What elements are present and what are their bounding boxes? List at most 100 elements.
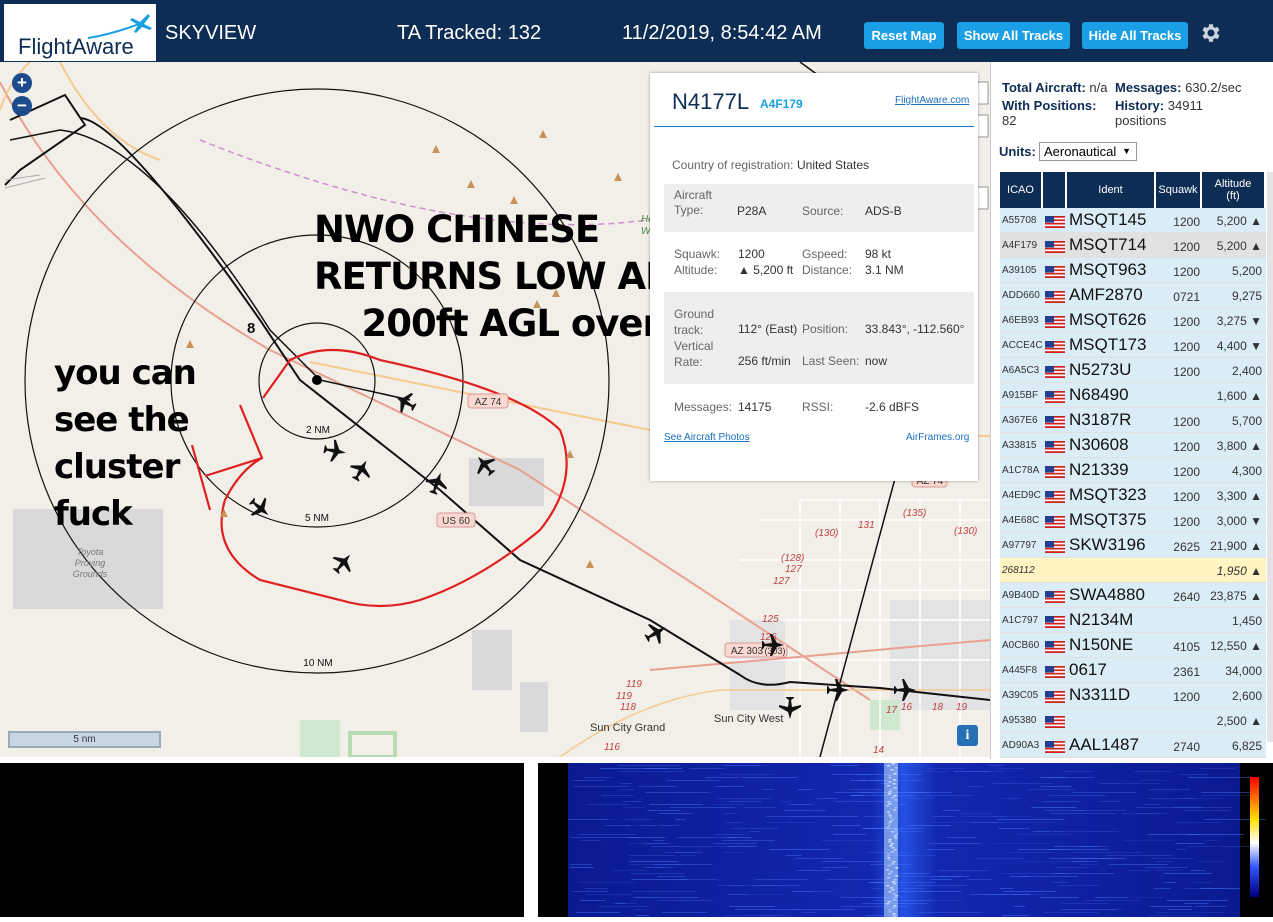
table-row[interactable]: 268112 1,950 ▲: [1000, 558, 1266, 583]
altitude-value: ▲ 5,200 ft: [738, 263, 794, 277]
messages-label: Messages:: [674, 400, 733, 414]
total-aircraft-stat: Total Aircraft: n/a: [1002, 80, 1108, 95]
table-row[interactable]: A55708 MSQT145 1200 5,200 ▲: [1000, 208, 1266, 233]
table-row[interactable]: A4E68C MSQT375 1200 3,000 ▼: [1000, 508, 1266, 533]
column-header-squawk[interactable]: Squawk: [1156, 172, 1202, 208]
rssi-value: -2.6 dBFS: [865, 400, 920, 414]
airframes-link[interactable]: AirFrames.org: [906, 432, 969, 443]
ground-track-label: Ground track:: [674, 307, 715, 337]
row-altitude: 5,200 ▲: [1216, 214, 1262, 228]
waterfall-canvas: [568, 763, 1266, 917]
row-icao: A915BF: [1002, 390, 1039, 401]
row-squawk: 1200: [1173, 690, 1200, 704]
messages-stat-label: Messages:: [1115, 80, 1182, 95]
table-row[interactable]: A367E6 N3187R 1200 5,700: [1000, 408, 1266, 433]
history-label: History:: [1115, 98, 1165, 113]
show-all-tracks-button[interactable]: Show All Tracks: [957, 22, 1070, 49]
table-row[interactable]: A445F8 0617 2361 34,000: [1000, 658, 1266, 683]
table-row[interactable]: A915BF N68490 1,600 ▲: [1000, 383, 1266, 408]
aircraft-icon: [349, 460, 371, 482]
country-label: Country of registration:: [672, 158, 794, 172]
table-row[interactable]: ACCE4C MSQT173 1200 4,400 ▼: [1000, 333, 1266, 358]
table-row[interactable]: AD90A3 AAL1487 2740 6,825: [1000, 733, 1266, 758]
table-row[interactable]: A0CB60 N150NE 4105 12,550 ▲: [1000, 633, 1266, 658]
zoom-out-button[interactable]: −: [12, 96, 32, 116]
us-flag-icon: [1045, 615, 1065, 628]
row-ident: N5273U: [1069, 360, 1132, 379]
flightaware-link[interactable]: FlightAware.com: [895, 95, 969, 106]
aircraft-icon: [249, 497, 269, 516]
app-title: SKYVIEW: [165, 22, 257, 44]
table-row[interactable]: A39C05 N3311D 1200 2,600: [1000, 683, 1266, 708]
row-icao: A367E6: [1002, 415, 1038, 426]
table-row[interactable]: A4F179 MSQT714 1200 5,200 ▲: [1000, 233, 1266, 258]
table-row[interactable]: A33815 N30608 1200 3,800 ▲: [1000, 433, 1266, 458]
column-header-altitude[interactable]: Altitude (ft): [1202, 172, 1266, 208]
flightaware-logo[interactable]: FlightAware: [4, 4, 156, 61]
row-icao: A39105: [1002, 265, 1037, 276]
route-number: 18: [932, 702, 944, 713]
spectrum-left-black: [0, 763, 524, 917]
row-ident: MSQT145: [1069, 210, 1147, 229]
row-icao: A33815: [1002, 440, 1037, 451]
row-squawk: 2361: [1173, 665, 1200, 679]
messages-value: 14175: [738, 400, 772, 414]
column-header-flag[interactable]: [1043, 172, 1067, 208]
table-row[interactable]: A97797 SKW3196 2625 21,900 ▲: [1000, 533, 1266, 558]
with-positions-value: 82: [1002, 113, 1017, 128]
us-flag-icon: [1045, 715, 1065, 728]
us-flag-icon: [1045, 590, 1065, 603]
info-icon[interactable]: i: [957, 725, 978, 746]
aircraft-detail-popup: N4177L A4F179 FlightAware.com Country of…: [650, 73, 978, 481]
table-row[interactable]: A9B40D SWA4880 2640 23,875 ▲: [1000, 583, 1266, 608]
messages-stat: Messages: 630.2/sec: [1115, 80, 1241, 95]
route-number: 116: [604, 742, 620, 753]
units-select[interactable]: Aeronautical ▼: [1039, 142, 1137, 161]
distance-label: Distance:: [802, 263, 853, 277]
gear-icon[interactable]: [1199, 21, 1223, 45]
ring-label-10nm: 10 NM: [303, 658, 332, 669]
us-flag-icon: [1045, 740, 1065, 753]
table-row[interactable]: A6EB93 MSQT626 1200 3,275 ▼: [1000, 308, 1266, 333]
gray-area: [520, 682, 548, 732]
column-header-icao[interactable]: ICAO: [1000, 172, 1043, 208]
table-row[interactable]: A1C78A N21339 1200 4,300: [1000, 458, 1266, 483]
row-ident: SKW3196: [1069, 535, 1146, 554]
table-row[interactable]: A95380 2,500 ▲: [1000, 708, 1266, 733]
country-value: United States: [797, 158, 870, 172]
row-altitude: 12,550 ▲: [1210, 639, 1262, 653]
aircraft-icon: [425, 472, 447, 495]
us-flag-icon: [1045, 315, 1065, 328]
annotation-side: you can see the cluster fuck: [54, 353, 197, 534]
table-row[interactable]: A4ED9C MSQT323 1200 3,300 ▲: [1000, 483, 1266, 508]
position-info-block: Ground track: 112° (East) Position: 33.8…: [664, 292, 974, 384]
row-ident: MSQT963: [1069, 260, 1147, 279]
ring-label-2nm: 2 NM: [306, 425, 330, 436]
route-number: (130): [954, 526, 977, 537]
route-number: (128): [781, 553, 804, 564]
table-scrollbar[interactable]: [1267, 172, 1273, 742]
us-flag-icon: [1045, 515, 1065, 528]
route-number: 19: [956, 702, 968, 713]
route-number: 14: [873, 745, 885, 756]
table-row[interactable]: A6A5C3 N5273U 1200 2,400: [1000, 358, 1266, 383]
row-squawk: 1200: [1173, 340, 1200, 354]
table-row[interactable]: A39105 MSQT963 1200 5,200: [1000, 258, 1266, 283]
us-flag-icon: [1045, 240, 1065, 253]
table-row[interactable]: A1C797 N2134M 1,450: [1000, 608, 1266, 633]
row-ident: MSQT626: [1069, 310, 1147, 329]
hide-all-tracks-button[interactable]: Hide All Tracks: [1082, 22, 1188, 49]
popup-hex: A4F179: [760, 97, 803, 111]
table-row[interactable]: ADD660 AMF2870 0721 9,275: [1000, 283, 1266, 308]
row-ident: N21339: [1069, 460, 1129, 479]
column-header-ident[interactable]: Ident: [1067, 172, 1156, 208]
reset-map-button[interactable]: Reset Map: [864, 22, 944, 49]
row-altitude: 1,600 ▲: [1216, 389, 1262, 403]
row-icao: AD90A3: [1002, 740, 1040, 751]
zoom-in-button[interactable]: +: [12, 73, 32, 93]
row-squawk: 1200: [1173, 465, 1200, 479]
us-flag-icon: [1045, 440, 1065, 453]
row-altitude: 2,500 ▲: [1216, 714, 1262, 728]
aircraft-photos-link[interactable]: See Aircraft Photos: [664, 432, 750, 443]
row-ident: N3311D: [1069, 685, 1131, 704]
